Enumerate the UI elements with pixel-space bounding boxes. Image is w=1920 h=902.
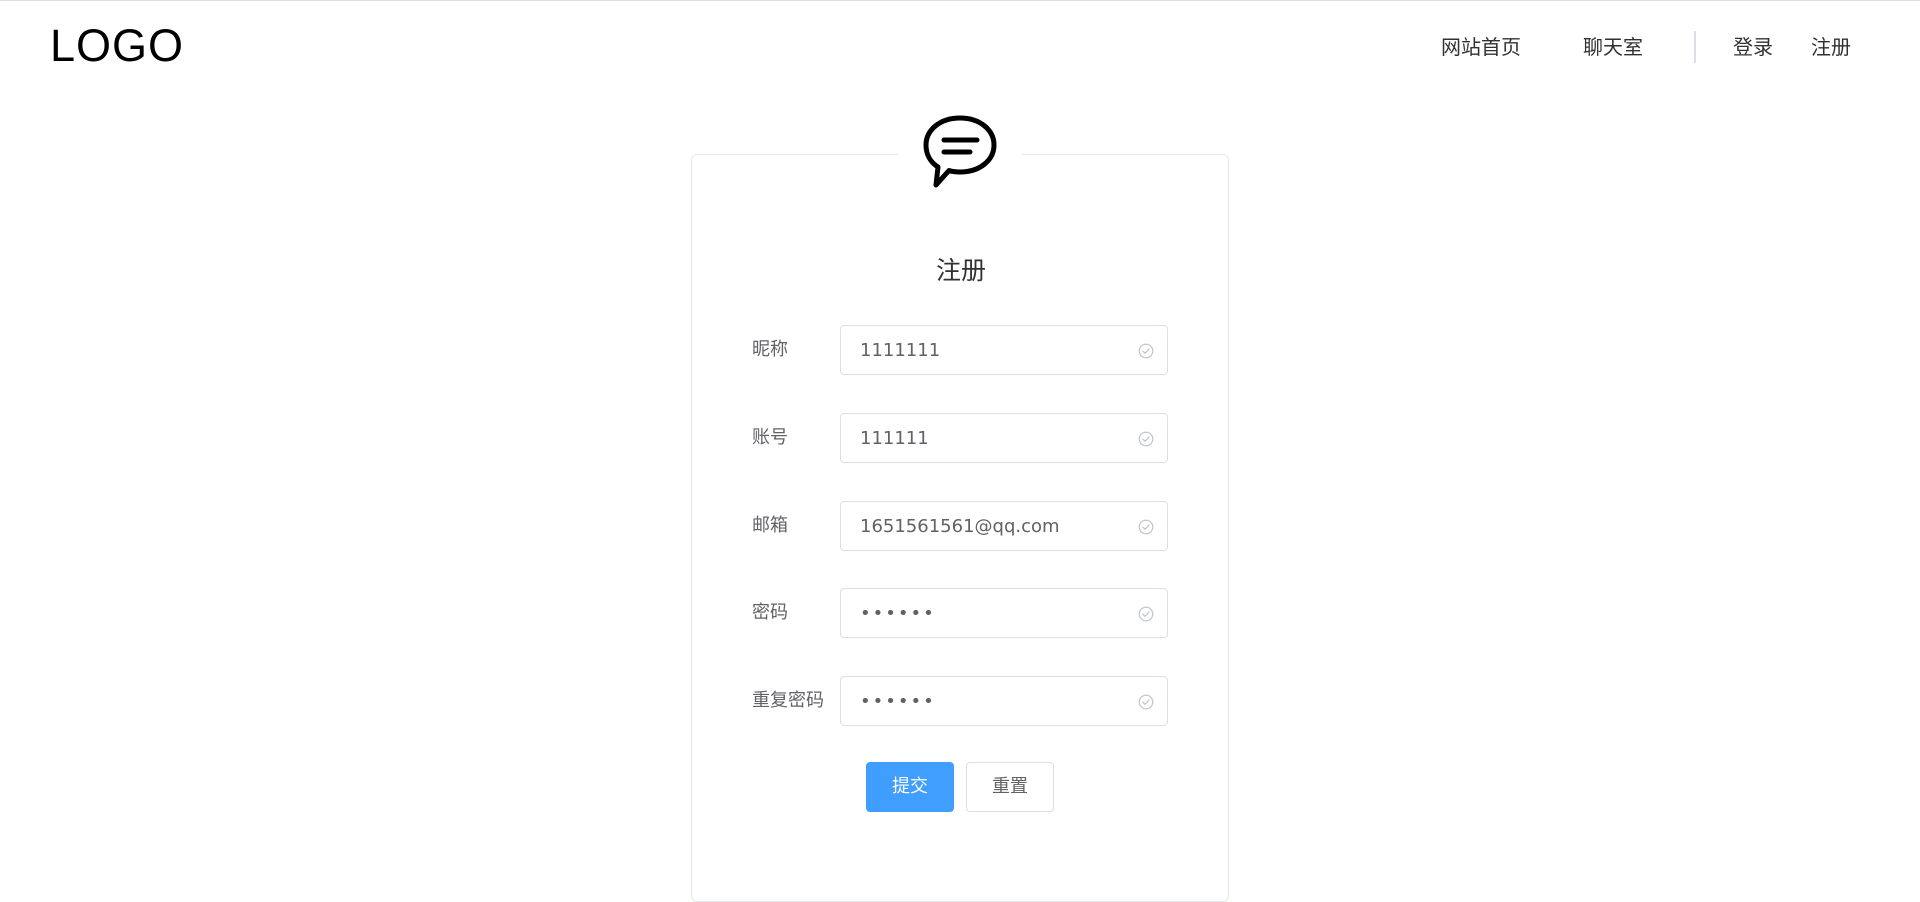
circle-check-icon: [1138, 343, 1154, 359]
confirm-password-row: 重复密码: [752, 676, 1172, 726]
nav-chatroom-link[interactable]: 聊天室: [1583, 34, 1643, 60]
form-title: 注册: [935, 256, 986, 285]
circle-check-icon: [1138, 431, 1154, 447]
password-row: 密码: [752, 588, 1172, 638]
submit-button[interactable]: 提交: [866, 762, 954, 812]
circle-check-icon: [1138, 694, 1154, 710]
chat-bubble-icon: [898, 108, 1022, 194]
circle-check-icon: [1138, 519, 1154, 535]
email-row: 邮箱: [752, 501, 1172, 551]
nav-divider: [1694, 31, 1696, 63]
reset-button[interactable]: 重置: [966, 762, 1054, 812]
nickname-label: 昵称: [752, 339, 788, 360]
password-input[interactable]: [841, 589, 1167, 637]
email-input[interactable]: [841, 502, 1167, 550]
email-input-wrapper: [840, 501, 1168, 551]
confirm-password-input-wrapper: [840, 676, 1168, 726]
confirm-password-input[interactable]: [841, 677, 1167, 725]
password-label: 密码: [752, 602, 788, 623]
nav-login-link[interactable]: 登录: [1733, 34, 1773, 60]
email-label: 邮箱: [752, 515, 788, 536]
chat-bubble-svg: [923, 115, 997, 188]
nickname-input[interactable]: [841, 326, 1167, 374]
nickname-row: 昵称: [752, 325, 1172, 375]
nav-register-link[interactable]: 注册: [1811, 34, 1851, 60]
nickname-input-wrapper: [840, 325, 1168, 375]
logo[interactable]: LOGO: [50, 23, 184, 69]
account-row: 账号: [752, 413, 1172, 463]
register-card: 注册 昵称 账号 邮箱: [691, 154, 1229, 902]
account-input[interactable]: [841, 414, 1167, 462]
nav-home-link[interactable]: 网站首页: [1441, 34, 1521, 60]
account-input-wrapper: [840, 413, 1168, 463]
password-input-wrapper: [840, 588, 1168, 638]
top-navbar: LOGO 网站首页 聊天室 登录 注册: [0, 0, 1920, 90]
circle-check-icon: [1138, 606, 1154, 622]
confirm-password-label: 重复密码: [752, 690, 824, 711]
account-label: 账号: [752, 427, 788, 448]
